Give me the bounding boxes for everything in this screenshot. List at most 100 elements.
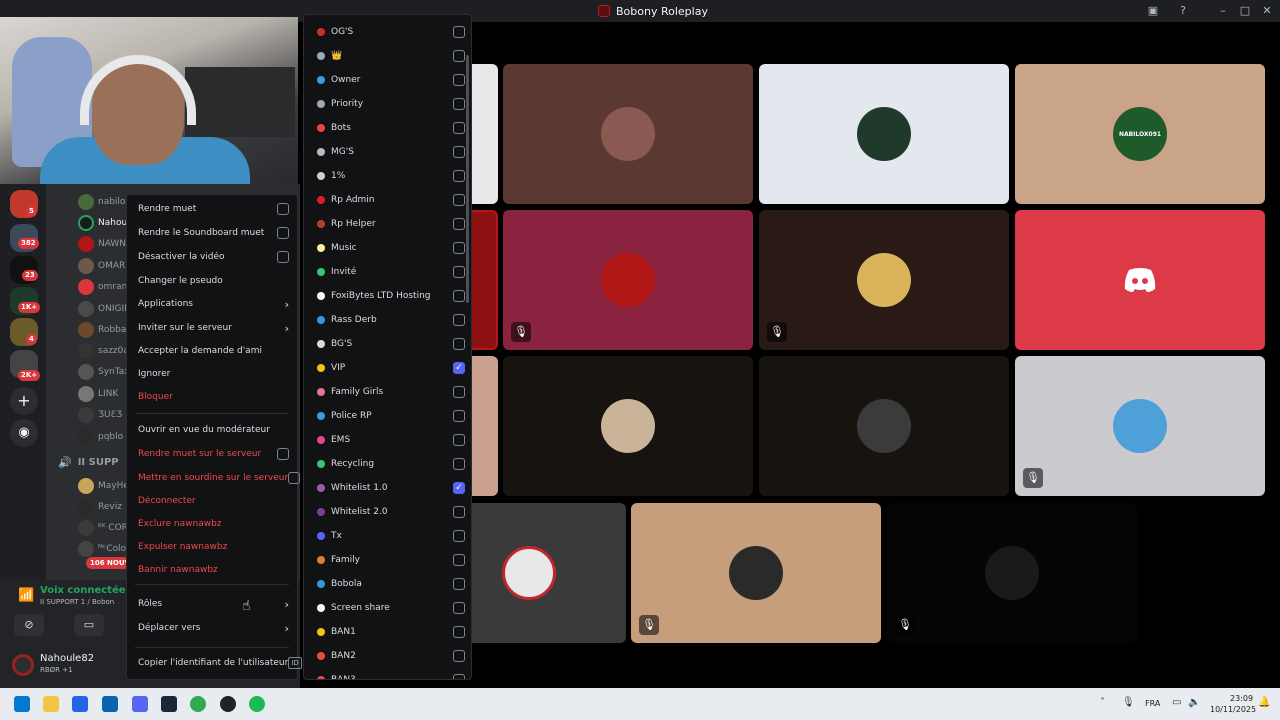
role-item[interactable]: Whitelist 2.0 (317, 504, 465, 520)
context-menu-item[interactable]: Rendre le Soundboard muet (138, 224, 289, 242)
context-menu-item[interactable]: Mettre en sourdine sur le serveur (138, 469, 301, 487)
context-menu-item[interactable]: Rôles › (138, 595, 289, 613)
video-tile[interactable]: 🎙 (759, 210, 1009, 350)
context-menu-item[interactable]: Applications › (138, 295, 289, 313)
screen-share-button[interactable]: ▭ (74, 614, 104, 636)
video-tile-partial[interactable] (472, 503, 626, 643)
maximize-icon[interactable]: □ (1237, 3, 1253, 19)
context-menu-item[interactable]: Bloquer (138, 388, 289, 406)
video-tile[interactable] (1015, 210, 1265, 350)
video-tile[interactable] (759, 64, 1009, 204)
role-checkbox[interactable] (453, 218, 465, 230)
role-item[interactable]: FoxiBytes LTD Hosting (317, 288, 465, 304)
role-checkbox[interactable] (453, 26, 465, 38)
outlook-icon[interactable] (102, 696, 118, 712)
role-checkbox[interactable] (453, 290, 465, 302)
video-tile[interactable]: 🎙 (631, 503, 881, 643)
explore-icon[interactable]: ◉ (10, 419, 38, 447)
role-item[interactable]: VIP ✓ (317, 360, 465, 376)
store-icon[interactable] (72, 696, 88, 712)
role-item[interactable]: Police RP (317, 408, 465, 424)
role-item[interactable]: Tx (317, 528, 465, 544)
role-checkbox[interactable] (453, 458, 465, 470)
context-menu-item[interactable]: Déplacer vers › (138, 619, 289, 637)
role-item[interactable]: BAN1 (317, 624, 465, 640)
discord-icon[interactable] (132, 696, 148, 712)
role-checkbox[interactable] (453, 50, 465, 62)
role-item[interactable]: Bots (317, 120, 465, 136)
roles-scrollbar[interactable] (466, 55, 469, 303)
role-item[interactable]: Rp Helper (317, 216, 465, 232)
checkbox[interactable] (277, 227, 289, 239)
context-menu-item[interactable]: Changer le pseudo (138, 272, 289, 290)
role-checkbox[interactable] (453, 602, 465, 614)
voice-user[interactable]: nabilox (78, 193, 131, 211)
role-item[interactable]: BAN2 (317, 648, 465, 664)
role-checkbox[interactable] (453, 314, 465, 326)
close-icon[interactable]: ✕ (1259, 3, 1275, 19)
voice-user[interactable]: NAWNA (78, 235, 132, 253)
video-tile[interactable]: 🎙 (887, 503, 1137, 643)
role-item[interactable]: MG'S (317, 144, 465, 160)
voice-user[interactable]: ᴷᴷ COR (78, 519, 128, 537)
role-item[interactable]: Whitelist 1.0 ✓ (317, 480, 465, 496)
role-checkbox[interactable] (453, 386, 465, 398)
role-checkbox[interactable]: ✓ (453, 362, 465, 374)
context-menu-item[interactable]: Désactiver la vidéo (138, 248, 289, 266)
context-menu-item[interactable]: Ignorer (138, 365, 289, 383)
voice-user[interactable]: MayHe (78, 477, 129, 495)
role-checkbox[interactable]: ✓ (453, 482, 465, 494)
voice-user[interactable]: ONIGIF (78, 300, 129, 318)
voice-user[interactable]: Reviz (78, 498, 122, 516)
signal-icon[interactable]: 📶 (18, 588, 34, 603)
role-checkbox[interactable] (453, 626, 465, 638)
role-item[interactable]: OG'S (317, 24, 465, 40)
video-tile[interactable] (503, 64, 753, 204)
role-item[interactable]: Rp Admin (317, 192, 465, 208)
clock-date[interactable]: 10/11/2025 (1210, 705, 1256, 714)
role-item[interactable]: Screen share (317, 600, 465, 616)
username[interactable]: Nahoule82 (40, 653, 94, 664)
role-item[interactable]: EMS (317, 432, 465, 448)
role-item[interactable]: Family (317, 552, 465, 568)
role-checkbox[interactable] (453, 578, 465, 590)
video-tile[interactable] (503, 356, 753, 496)
context-menu-item[interactable]: Exclure nawnawbz (138, 515, 289, 533)
role-checkbox[interactable] (453, 530, 465, 542)
role-item[interactable]: Invité (317, 264, 465, 280)
voice-user[interactable]: SynTax (78, 363, 130, 381)
video-tile[interactable]: 🎙 (1015, 356, 1265, 496)
role-checkbox[interactable] (453, 122, 465, 134)
context-menu-item[interactable]: Bannir nawnawbz (138, 561, 289, 579)
voice-user[interactable]: ƷUƐӠ (78, 406, 122, 424)
role-item[interactable]: Rass Derb (317, 312, 465, 328)
video-tile-partial[interactable] (472, 64, 498, 204)
role-checkbox[interactable] (453, 74, 465, 86)
role-item[interactable]: 👑 (317, 48, 465, 64)
network-icon[interactable]: ▭ (1172, 697, 1181, 708)
voice-user[interactable]: ᴹᶜColo (78, 540, 126, 558)
chrome-icon[interactable] (190, 696, 206, 712)
role-checkbox[interactable] (453, 650, 465, 662)
inbox-icon[interactable]: ▣ (1145, 3, 1161, 19)
checkbox[interactable] (277, 203, 289, 215)
video-tile-partial[interactable] (472, 356, 498, 496)
role-item[interactable]: Priority (317, 96, 465, 112)
role-checkbox[interactable] (453, 554, 465, 566)
video-tile[interactable]: NABILOX091 (1015, 64, 1265, 204)
avatar[interactable] (12, 654, 34, 676)
role-checkbox[interactable] (453, 194, 465, 206)
context-menu-item[interactable]: Expulser nawnawbz (138, 538, 289, 556)
role-item[interactable]: Bobola (317, 576, 465, 592)
role-item[interactable]: 1% (317, 168, 465, 184)
video-tile-partial[interactable] (472, 210, 498, 350)
checkbox[interactable] (277, 251, 289, 263)
camera-off-button[interactable]: ⊘ (14, 614, 44, 636)
add-server-icon[interactable]: + (10, 387, 38, 415)
role-item[interactable]: BAN3 (317, 672, 465, 679)
minimize-icon[interactable]: – (1215, 3, 1231, 19)
role-item[interactable]: BG'S (317, 336, 465, 352)
context-menu-item[interactable]: Rendre muet sur le serveur (138, 445, 289, 463)
file-explorer-icon[interactable] (43, 696, 59, 712)
context-menu-item[interactable]: Accepter la demande d'ami (138, 342, 289, 360)
